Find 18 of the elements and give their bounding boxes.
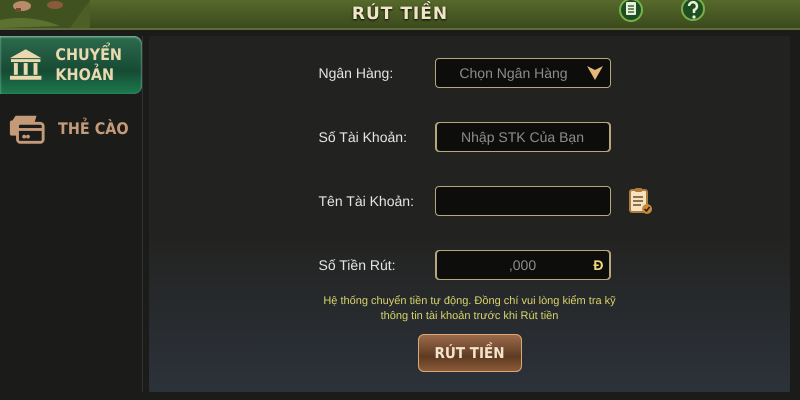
- help-icon[interactable]: [681, 0, 705, 22]
- field-label: Số Tài Khoản:: [318, 129, 408, 145]
- bank-icon: [8, 48, 44, 82]
- currency-symbol: Đ: [593, 257, 604, 273]
- document-icon[interactable]: [619, 0, 643, 24]
- caret-icon: [586, 65, 604, 81]
- sidebar-tab[interactable]: THẺ CÀO: [0, 100, 142, 158]
- account-name-field[interactable]: [434, 186, 610, 216]
- clipboard-icon[interactable]: [628, 187, 652, 215]
- field-label: Tên Tài Khoản:: [318, 193, 415, 209]
- field-label: Số Tiền Rút:: [318, 257, 397, 273]
- withdraw-button[interactable]: RÚT TIỀN: [418, 334, 522, 372]
- sidebar-tab[interactable]: CHUYỂN KHOẢN: [0, 36, 142, 94]
- account-number-field[interactable]: Nhập STK Của Bạn: [434, 122, 610, 152]
- field-label: Ngân Hàng:: [318, 65, 394, 81]
- amount-field[interactable]: ,000 Đ: [434, 250, 610, 280]
- notice-text: Hệ thống chuyển tiền tự động. Đồng chí vui lòng kiểm tra kỹ thông tin tài khoản trước khi Rút tiền: [322, 294, 617, 324]
- bank-dropdown[interactable]: Chọn Ngân Hàng: [434, 58, 610, 88]
